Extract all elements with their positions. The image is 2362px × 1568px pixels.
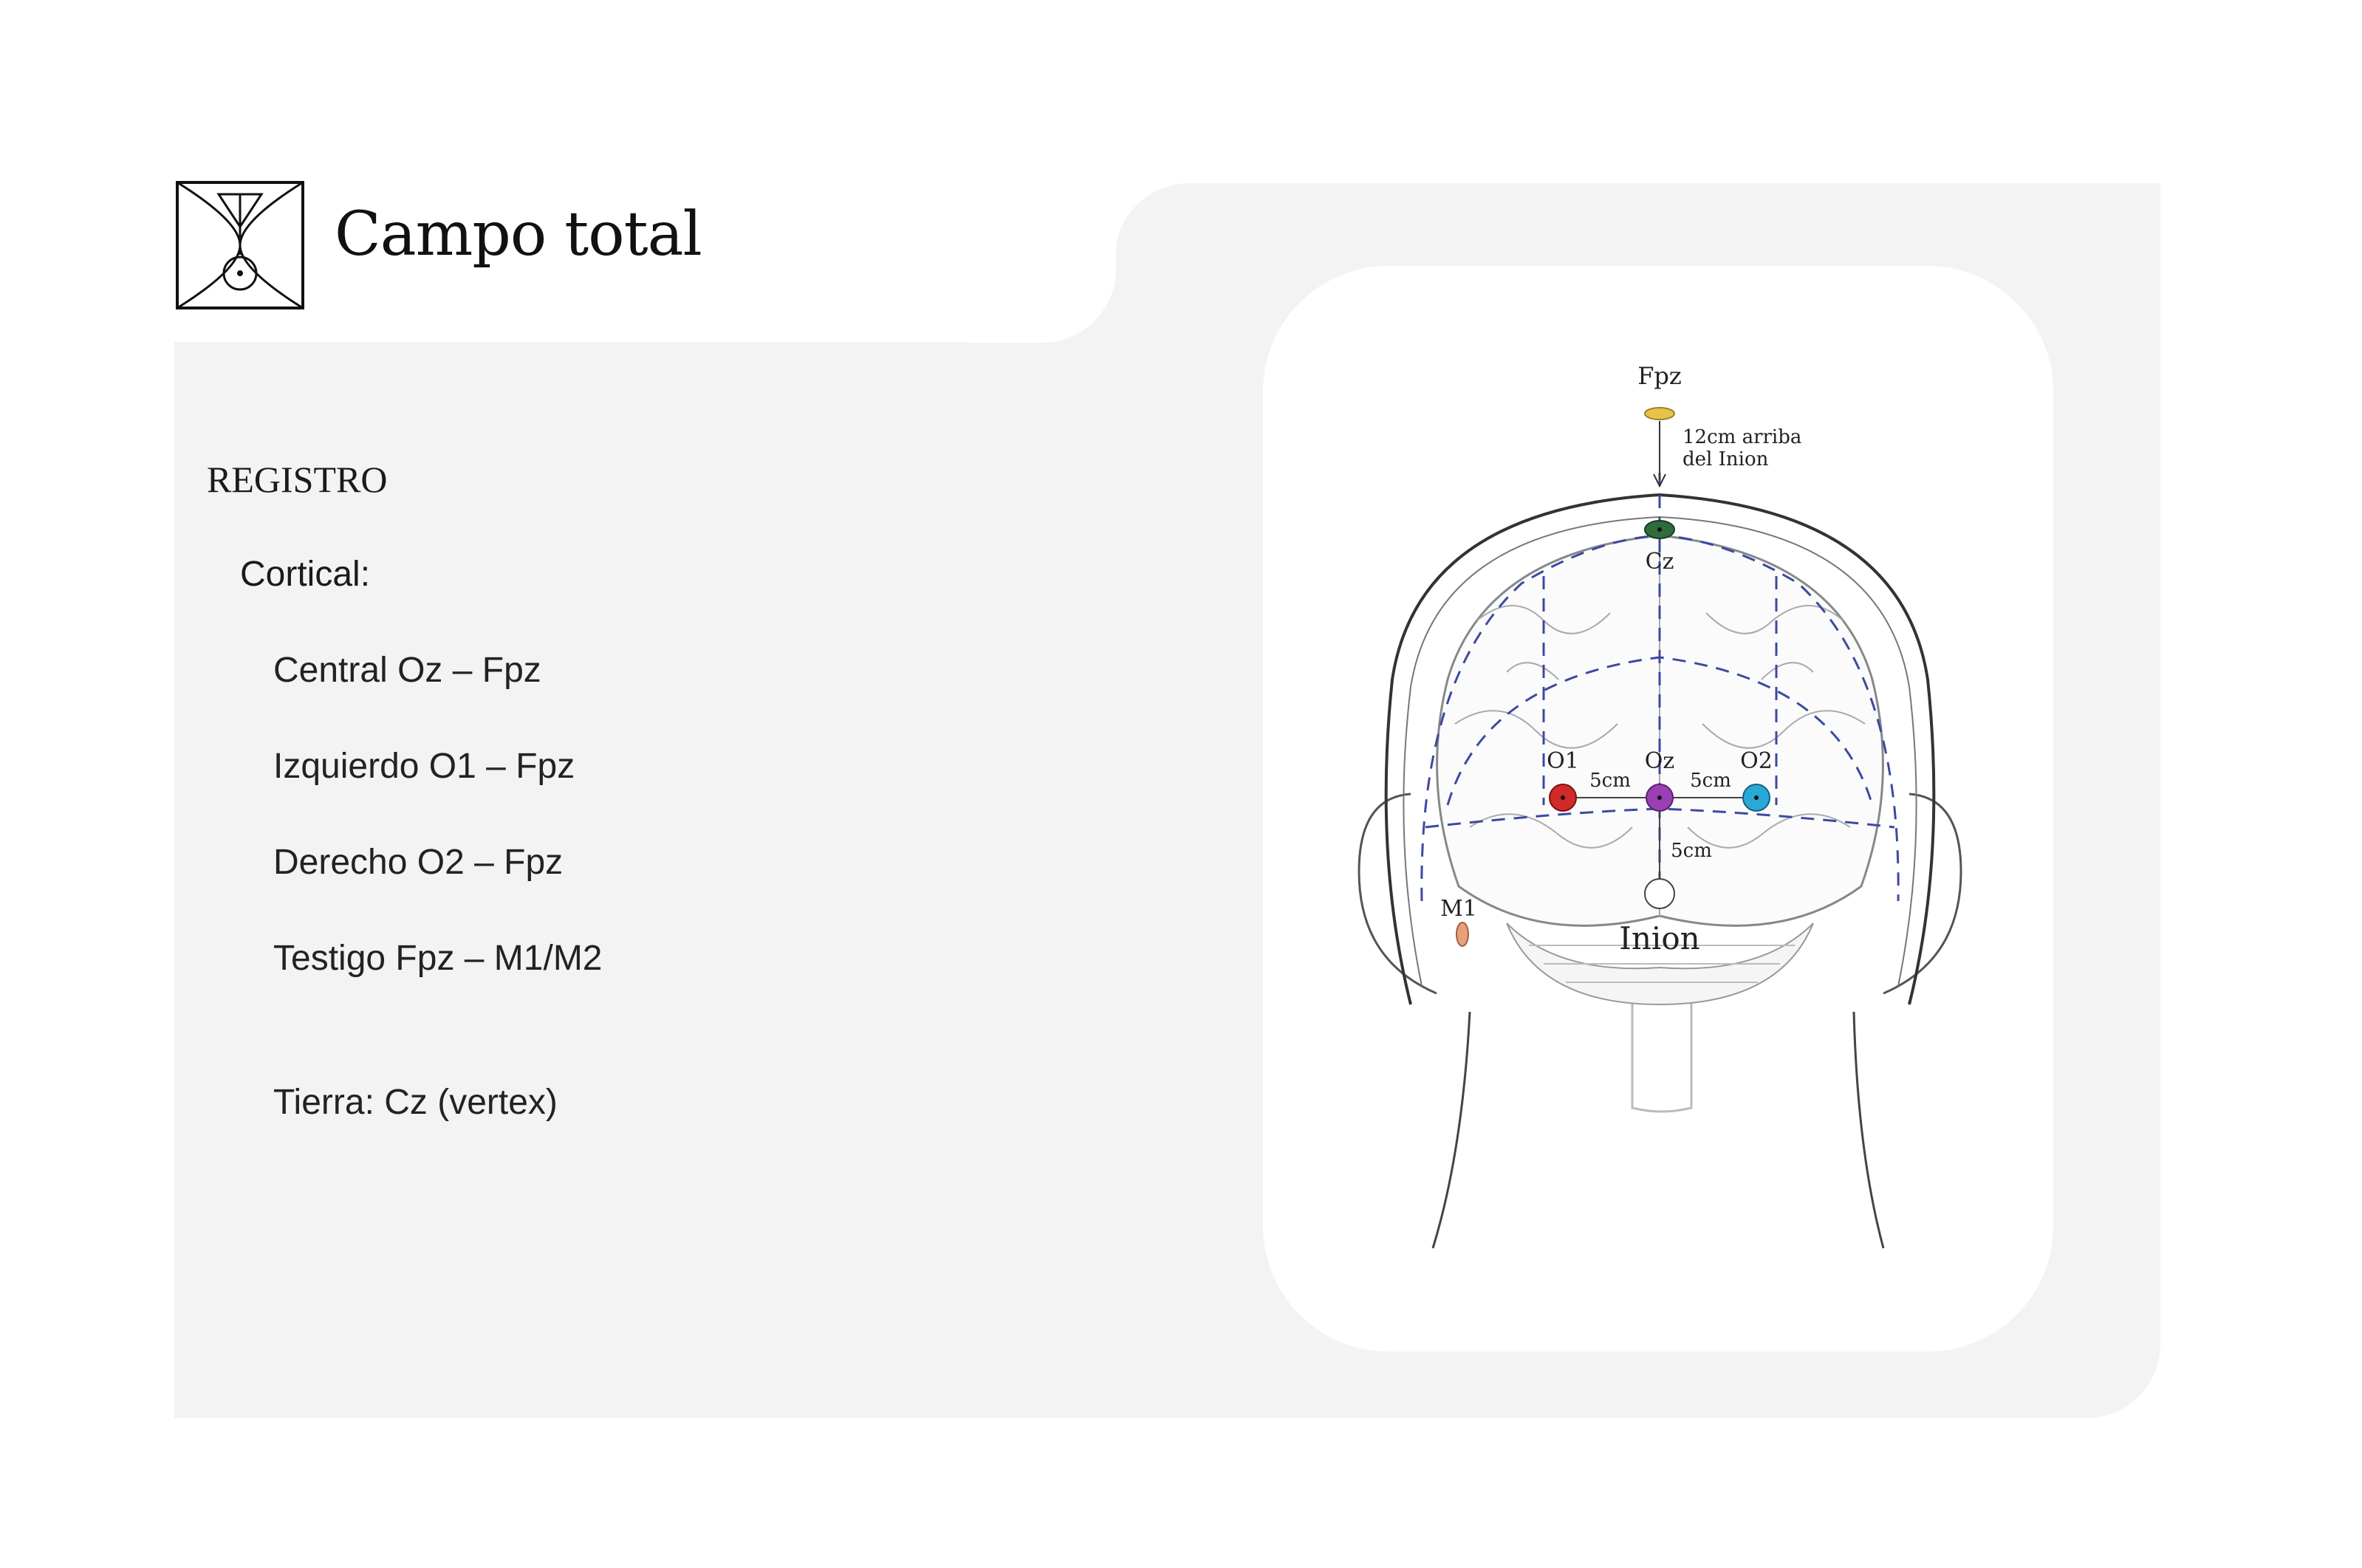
m1-label: M1: [1440, 896, 1477, 922]
fpz-label: Fpz: [1637, 362, 1682, 390]
montage-left: Izquierdo O1 – Fpz: [273, 747, 575, 786]
m1-electrode: [1456, 922, 1469, 947]
logo-icon: [176, 181, 304, 309]
distance-down-label: 5cm: [1671, 840, 1712, 862]
neck-left-outline: [1431, 1011, 1471, 1249]
ground-electrode: Tierra: Cz (vertex): [273, 1083, 558, 1122]
cz-label: Cz: [1646, 549, 1674, 575]
page-title: Campo total: [335, 199, 702, 270]
fpz-note-line-2: del Inion: [1683, 448, 1769, 470]
montage-central: Central Oz – Fpz: [273, 651, 541, 690]
oz-label: Oz: [1645, 748, 1674, 774]
inion-marker: [1644, 878, 1675, 909]
montage-right: Derecho O2 – Fpz: [273, 843, 564, 882]
electrode-diagram-card: Fpz 12cm arriba del Inion Cz O1 Oz O2 5c…: [1263, 266, 2053, 1352]
electrode-placement-diagram: Fpz 12cm arriba del Inion Cz O1 Oz O2 5c…: [1358, 362, 1962, 1249]
fpz-electrode: [1644, 407, 1675, 420]
right-ear: [1883, 792, 1962, 995]
spine-outline: [1631, 997, 1693, 1113]
distance-right-label: 5cm: [1690, 770, 1731, 792]
montage-reference: Testigo Fpz – M1/M2: [273, 939, 603, 978]
fpz-note-line-1: 12cm arriba: [1683, 426, 1801, 448]
panel-notch-curve: [968, 201, 1116, 343]
subsection-heading: Cortical:: [240, 555, 371, 594]
section-heading: REGISTRO: [207, 459, 388, 500]
neck-right-outline: [1852, 1011, 1885, 1249]
o2-label: O2: [1740, 748, 1773, 774]
o1-label: O1: [1547, 748, 1579, 774]
distance-left-label: 5cm: [1589, 770, 1631, 792]
inion-label: Inion: [1619, 920, 1699, 956]
